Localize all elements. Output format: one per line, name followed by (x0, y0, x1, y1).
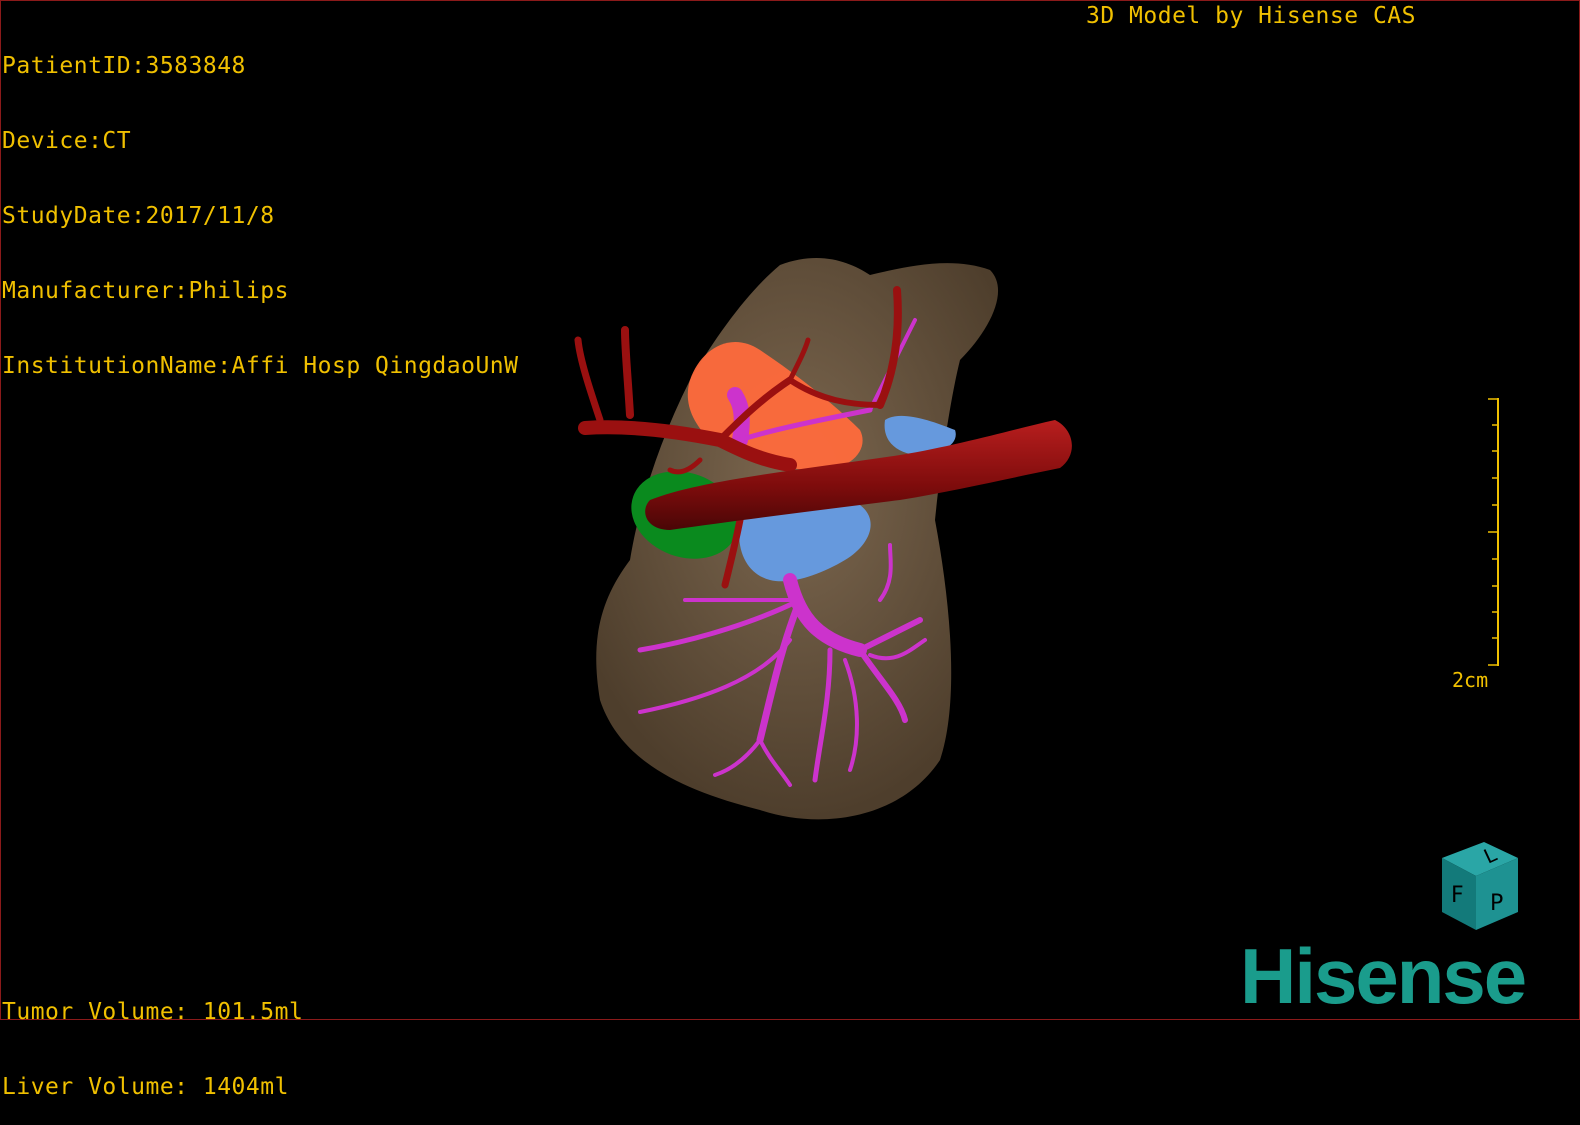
patient-info: PatientID:3583848 Device:CT StudyDate:20… (2, 4, 519, 404)
cube-face-f: F (1451, 883, 1464, 908)
hisense-logo: Hisense (1240, 932, 1527, 1020)
manufacturer-line: Manufacturer:Philips (2, 278, 289, 304)
cube-face-p: P (1490, 891, 1503, 916)
volume-info: Tumor Volume: 101.5ml Liver Volume: 1404… (2, 950, 303, 1125)
device-line: Device:CT (2, 128, 132, 154)
tumor-volume: Tumor Volume: 101.5ml (2, 999, 304, 1025)
patient-id-line: PatientID:3583848 (2, 53, 246, 79)
institution-line: InstitutionName:Affi Hosp QingdaoUnW (2, 353, 519, 379)
model-title: 3D Model by Hisense CAS (1086, 3, 1416, 29)
orientation-cube[interactable]: F L P (1424, 836, 1524, 936)
study-date-line: StudyDate:2017/11/8 (2, 203, 275, 229)
scale-label: 2cm (1452, 668, 1489, 692)
scale-bar (1488, 398, 1499, 666)
liver-volume: Liver Volume: 1404ml (2, 1074, 289, 1100)
